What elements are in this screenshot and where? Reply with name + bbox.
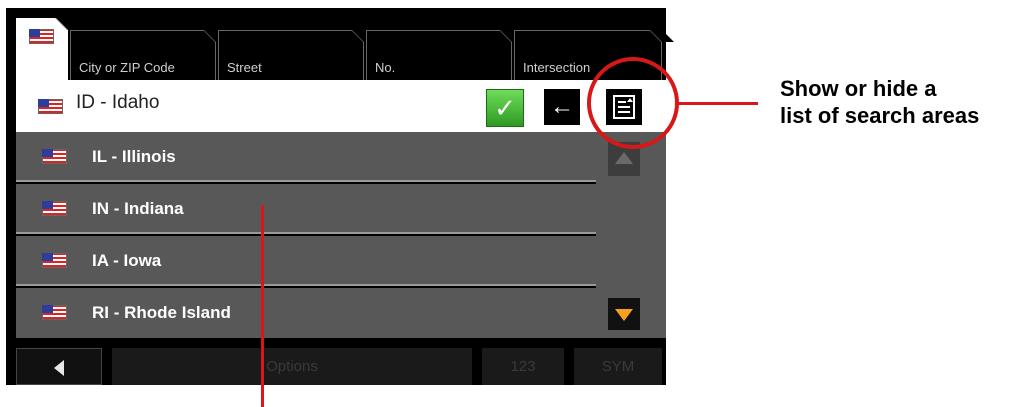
options-button[interactable]: Options	[112, 348, 472, 385]
list-item[interactable]: IN - Indiana	[16, 184, 596, 234]
symbols-button[interactable]: SYM	[574, 348, 662, 385]
list-item[interactable]: IL - Illinois	[16, 132, 596, 182]
callout-line	[261, 205, 264, 407]
tab-label: City or ZIP Code	[79, 60, 175, 75]
navigation-device-screen: City or ZIP Code Street No. Intersection…	[6, 8, 666, 385]
tab-street[interactable]: Street	[218, 30, 364, 80]
highlight-circle	[587, 57, 679, 149]
annotation-line: Show or hide a	[780, 76, 937, 101]
tab-city-zip[interactable]: City or ZIP Code	[70, 30, 216, 80]
us-flag-icon	[42, 201, 67, 216]
confirm-button[interactable]: ✓	[486, 89, 524, 127]
annotation-text: Show or hide a list of search areas	[780, 75, 1030, 129]
numbers-button[interactable]: 123	[482, 348, 564, 385]
check-icon: ✓	[494, 93, 516, 123]
tab-number[interactable]: No.	[366, 30, 512, 80]
scroll-down-button[interactable]	[608, 298, 640, 330]
us-flag-icon	[42, 305, 67, 320]
tab-label: Intersection	[523, 60, 591, 75]
annotation-line: list of search areas	[780, 103, 980, 128]
search-tabs: City or ZIP Code Street No. Intersection	[6, 8, 666, 80]
list-item[interactable]: RI - Rhode Island	[16, 288, 596, 338]
back-arrow-icon: ←	[550, 93, 574, 120]
tab-country[interactable]	[16, 18, 68, 80]
bottom-bar: Options 123 SYM	[6, 348, 666, 385]
backspace-button[interactable]: ←	[544, 89, 580, 125]
us-flag-icon	[29, 29, 54, 44]
search-area-list: IL - Illinois IN - Indiana IA - Iowa RI …	[16, 132, 596, 338]
back-button[interactable]	[16, 348, 102, 385]
us-flag-icon	[42, 149, 67, 164]
selected-area-label: ID - Idaho	[76, 92, 160, 113]
list-scrollbar	[596, 132, 666, 338]
us-flag-icon	[38, 99, 63, 114]
list-item-label: IA - Iowa	[92, 251, 162, 270]
us-flag-icon	[42, 253, 67, 268]
list-item-label: IN - Indiana	[92, 199, 184, 218]
list-item[interactable]: IA - Iowa	[16, 236, 596, 286]
tab-label: Street	[227, 60, 262, 75]
callout-line	[678, 102, 758, 105]
list-item-label: IL - Illinois	[92, 147, 176, 166]
list-item-label: RI - Rhode Island	[92, 303, 231, 322]
search-area-header: ID - Idaho ✓ ←	[16, 80, 666, 132]
tab-label: No.	[375, 60, 396, 75]
